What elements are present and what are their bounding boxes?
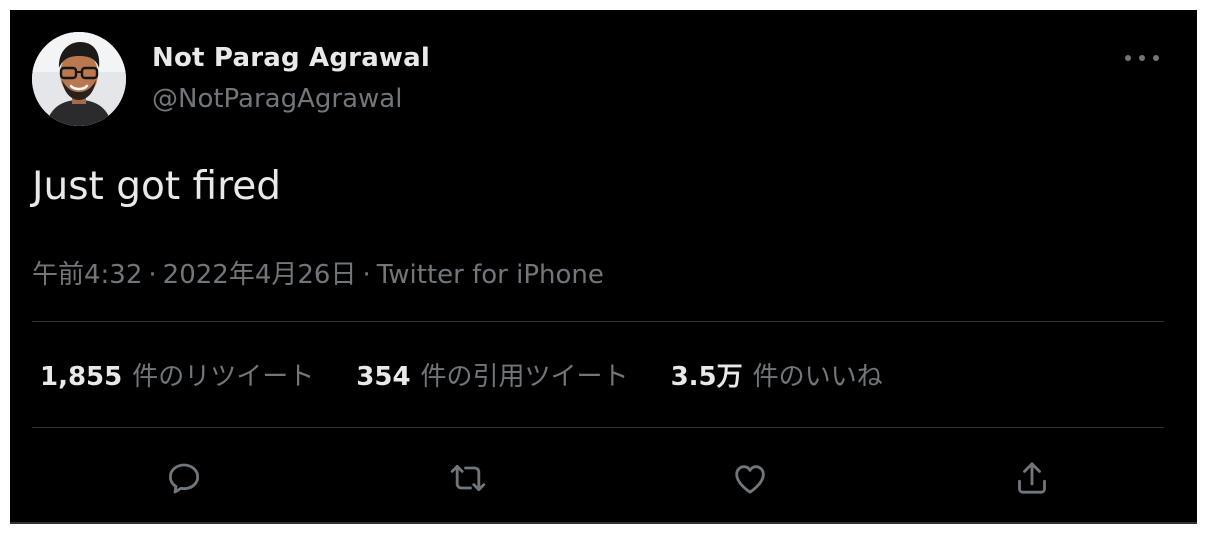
divider [32, 427, 1164, 428]
meta-separator: · [362, 260, 371, 290]
reply-button[interactable] [160, 454, 208, 502]
tweet-actions [32, 448, 1164, 508]
more-dots-icon[interactable] [1125, 48, 1159, 68]
tweet-date[interactable]: 2022年4月26日 [163, 260, 357, 290]
author-handle[interactable]: @NotParagAgrawal [152, 84, 402, 114]
share-button[interactable] [1008, 454, 1056, 502]
heart-icon [735, 465, 765, 494]
like-button[interactable] [726, 454, 774, 502]
more-dot [1139, 55, 1145, 61]
quotes-label: 件の引用ツイート [420, 362, 629, 392]
more-dot [1125, 55, 1131, 61]
reply-icon [168, 463, 200, 494]
tweet-time[interactable]: 午前4:32 [32, 260, 142, 290]
likes-count: 3.5万 [670, 362, 743, 392]
retweets-count: 1,855 [40, 362, 123, 392]
likes-stat[interactable]: 3.5万 件のいいね [671, 356, 883, 393]
divider [32, 321, 1164, 322]
quotes-count: 354 [356, 362, 411, 392]
tweet-card: Not Parag Agrawal @NotParagAgrawal Just … [10, 10, 1197, 524]
meta-separator: · [148, 260, 157, 290]
tweet-stats: 1,855 件のリツイート 354 件の引用ツイート 3.5万 件のいいね [40, 356, 925, 393]
tweet-meta: 午前4:32 · 2022年4月26日 · Twitter for iPhone [32, 254, 604, 291]
quotes-stat[interactable]: 354 件の引用ツイート [356, 356, 628, 393]
more-dot [1153, 55, 1159, 61]
retweet-button[interactable] [444, 454, 492, 502]
author-name[interactable]: Not Parag Agrawal [152, 43, 430, 73]
retweets-label: 件のリツイート [132, 362, 315, 392]
tweet-text: Just got fired [32, 164, 282, 209]
retweet-icon [450, 464, 486, 492]
share-icon [1018, 462, 1046, 494]
avatar[interactable] [32, 32, 126, 126]
retweets-stat[interactable]: 1,855 件のリツイート [40, 356, 314, 393]
avatar-image [32, 32, 126, 126]
likes-label: 件のいいね [752, 362, 883, 392]
tweet-source[interactable]: Twitter for iPhone [377, 260, 604, 290]
